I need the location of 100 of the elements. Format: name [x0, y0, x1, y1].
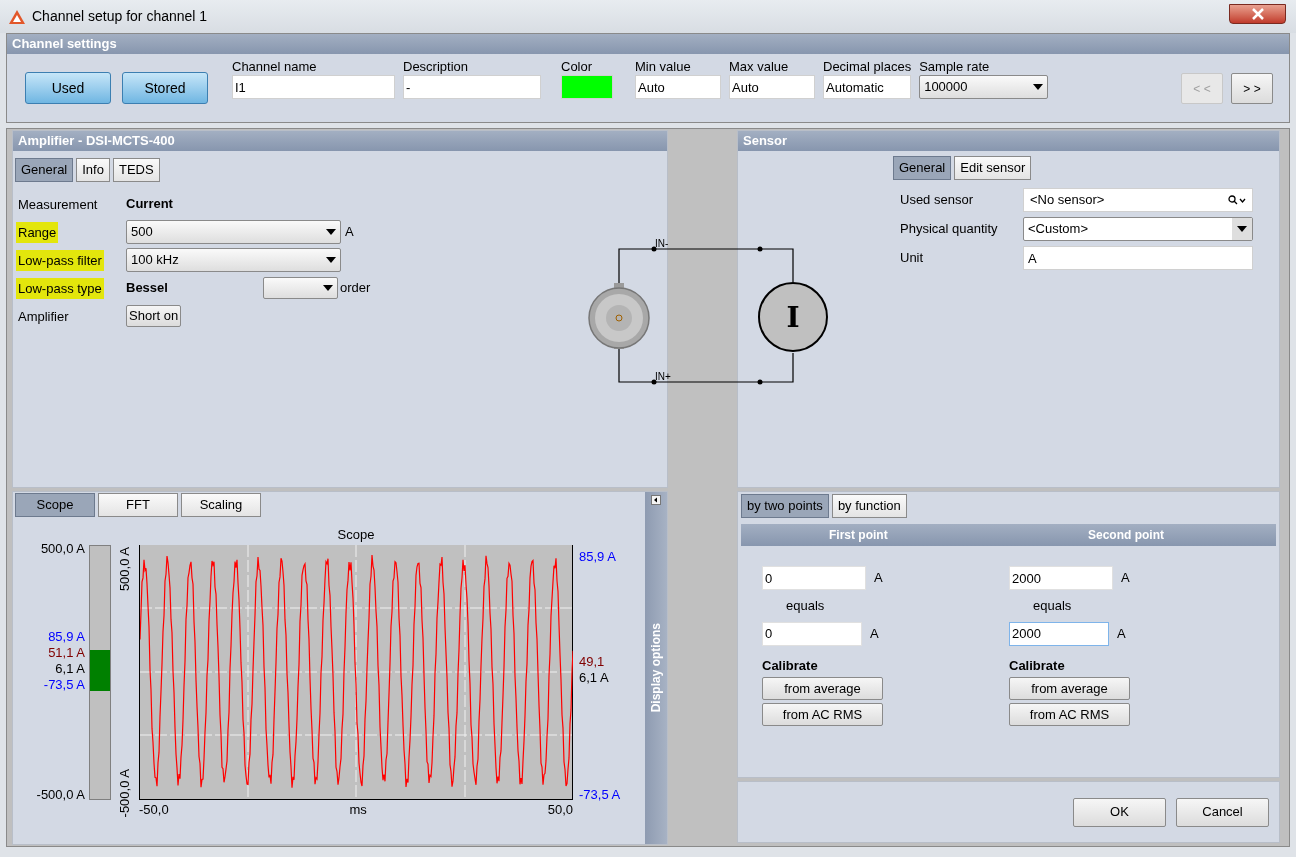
text-field[interactable]: Auto	[635, 75, 721, 99]
marker-label: 6,1 A	[54, 661, 85, 677]
unit-label: A	[870, 624, 879, 643]
close-button[interactable]	[1229, 3, 1286, 24]
axis-tick-label: -50,0	[139, 801, 169, 819]
level-range-fill	[90, 650, 110, 691]
field-value: Current	[126, 195, 173, 214]
dropdown[interactable]: <Custom>	[1023, 217, 1253, 241]
field-label: Used sensor	[900, 191, 974, 210]
dropdown[interactable]	[263, 277, 338, 299]
tab[interactable]: General	[15, 158, 74, 182]
marker-label: -73,5 A	[43, 677, 85, 693]
field-label: Min value	[635, 58, 692, 75]
sensor-search-field[interactable]: <No sensor>	[1023, 188, 1253, 212]
close-icon	[1250, 7, 1265, 20]
dropdown[interactable]: 100000	[919, 75, 1049, 99]
field-label: Physical quantity	[900, 220, 999, 239]
connector-icon	[588, 283, 650, 349]
tab[interactable]: Edit sensor	[954, 156, 1032, 180]
unit-label: A	[874, 569, 883, 588]
marker-label: -73,5 A	[579, 786, 621, 804]
field-label: Range	[16, 222, 59, 243]
field-label: Color	[561, 58, 594, 75]
chart-title: Scope	[337, 526, 375, 544]
tab[interactable]: Info	[76, 158, 110, 182]
equals-label: equals	[785, 597, 826, 615]
unit-label: A	[1121, 569, 1130, 588]
tab[interactable]: Scaling	[181, 493, 261, 517]
calibrate-heading: Calibrate	[762, 656, 819, 675]
caret-icon	[323, 285, 333, 291]
column-title: Second point	[1087, 527, 1164, 544]
caret-icon	[326, 229, 336, 235]
marker-label: 85,9 A	[47, 629, 85, 645]
panel-header: Amplifier - DSI-MCTS-400	[13, 131, 667, 151]
field-label: Amplifier	[17, 308, 70, 326]
output-value-field[interactable]: 2000	[1009, 621, 1109, 646]
unit-label: A	[1117, 624, 1126, 643]
circuit-diagram-drawing: IN- IN+ I	[585, 236, 830, 388]
field-label: Decimal places	[823, 58, 912, 75]
axis-label: 500,0 A	[116, 547, 134, 592]
axis-tick-label: 50,0	[547, 801, 573, 819]
calibrate-button[interactable]: from AC RMS	[1009, 703, 1130, 726]
text-field[interactable]: Auto	[729, 75, 815, 99]
toggle-button[interactable]: Stored	[122, 72, 208, 104]
tab[interactable]: by two points	[741, 494, 829, 518]
dialog-button[interactable]: OK	[1073, 797, 1166, 827]
dialog-button[interactable]: Cancel	[1176, 797, 1269, 827]
short-on-button[interactable]: Short on	[126, 305, 182, 327]
toggle-button[interactable]: Used	[25, 72, 111, 104]
field-label: Unit	[900, 249, 925, 268]
caret-icon	[326, 257, 336, 263]
text-field[interactable]: -	[403, 75, 541, 99]
nav-button[interactable]: > >	[1231, 73, 1273, 104]
text-field[interactable]: Automatic	[823, 75, 911, 99]
calibrate-button[interactable]: from average	[762, 677, 883, 700]
app-logo-icon	[8, 8, 26, 25]
marker-label: 51,1 A	[47, 645, 85, 661]
calibrate-heading: Calibrate	[1009, 656, 1066, 675]
field-label: Low-pass filter	[16, 250, 104, 271]
tab[interactable]: General	[893, 156, 952, 180]
axis-label: -500,0 A	[116, 769, 134, 818]
tab[interactable]: by function	[831, 494, 907, 518]
input-value-field[interactable]: 0	[762, 566, 866, 590]
marker-label: 85,9 A	[579, 548, 616, 566]
field-label: Description	[403, 58, 470, 75]
text-field[interactable]: I1	[232, 75, 395, 99]
tab[interactable]: TEDS	[112, 158, 160, 182]
field-label: Sample rate	[919, 58, 991, 75]
panel-header: Channel settings	[7, 34, 1289, 54]
tab[interactable]: Scope	[15, 493, 95, 517]
scale-label: 500,0 A	[40, 540, 85, 558]
marker-label: 6,1 A	[579, 670, 609, 686]
marker-label: 49,1	[579, 654, 606, 670]
output-value-field[interactable]: 0	[762, 621, 862, 646]
caret-icon	[1033, 84, 1044, 90]
dropdown[interactable]: 100 kHz	[126, 248, 341, 272]
field-label: Max value	[729, 58, 790, 75]
field-value: Bessel	[126, 279, 169, 298]
search-icon	[1228, 195, 1246, 205]
field-label: Measurement	[17, 196, 99, 214]
axis-unit-label: ms	[349, 801, 367, 819]
calibrate-button[interactable]: from average	[1009, 677, 1130, 700]
scale-label: -500,0 A	[36, 786, 85, 804]
current-source-symbol: I	[758, 282, 828, 352]
tab[interactable]: FFT	[98, 493, 178, 517]
order-label: order	[340, 279, 371, 298]
field-label: Low-pass type	[16, 278, 104, 299]
unit-field[interactable]: A	[1023, 246, 1253, 270]
calibrate-button[interactable]: from AC RMS	[762, 703, 883, 726]
field-label: Channel name	[232, 58, 318, 75]
color-swatch[interactable]	[561, 75, 613, 99]
equals-label: equals	[1032, 597, 1073, 615]
caret-icon	[1237, 226, 1247, 232]
unit-label: A	[345, 223, 354, 242]
dropdown[interactable]: 500	[126, 220, 341, 244]
window-title: Channel setup for channel 1	[32, 7, 208, 26]
input-value-field[interactable]: 2000	[1009, 566, 1113, 590]
sidebar-label: Display options	[648, 623, 664, 713]
panel-header: Sensor	[738, 131, 1279, 151]
column-title: First point	[828, 527, 889, 544]
